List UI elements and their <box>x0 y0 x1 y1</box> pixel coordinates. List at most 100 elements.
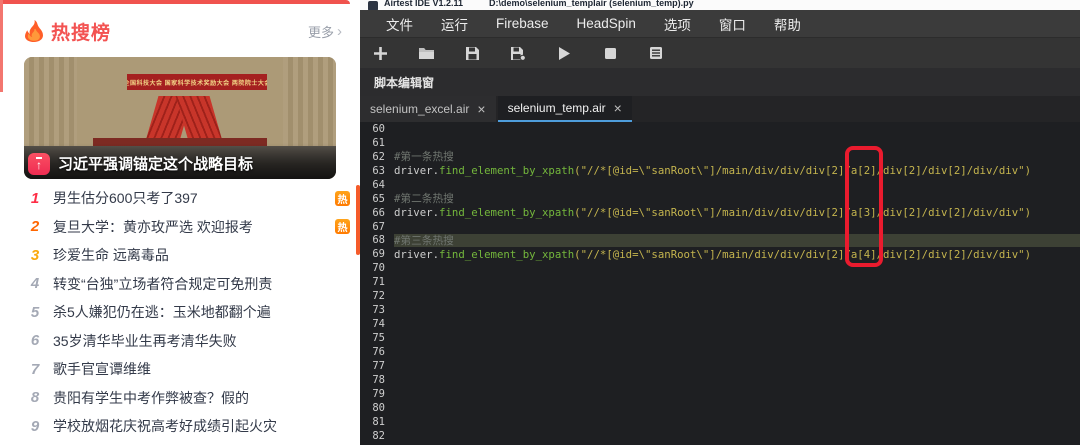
top-story-caption: 习近平强调锚定这个战略目标 <box>58 156 254 173</box>
menu-item[interactable]: Firebase <box>482 10 563 37</box>
hot-list-item[interactable]: 4 转变“台独”立场者符合规定可免刑责 <box>24 270 350 299</box>
hot-list-item[interactable]: 7 歌手官宣谭维维 <box>24 355 350 384</box>
top-story-image[interactable]: 全国科技大会 国家科学技术奖励大会 两院院士大会 习近平强调锚定这个战略目标 ↑ <box>24 57 336 179</box>
xpath-string: ("//*[@id=\"sanRoot\"]/main/div/div/div[… <box>574 164 851 178</box>
menu-item[interactable]: HeadSpin <box>563 10 650 37</box>
menu-item[interactable]: 帮助 <box>760 10 815 37</box>
editor-line: 81 <box>360 415 1080 429</box>
xpath-string: ("//*[@id=\"sanRoot\"]/main/div/div/div[… <box>574 247 851 261</box>
hot-list-item[interactable]: 3 珍爱生命 远离毒品 <box>24 241 350 270</box>
more-label: 更多 <box>307 24 334 40</box>
code-comment: #第二条热搜 <box>394 192 454 206</box>
line-number: 70 <box>372 262 385 275</box>
line-number: 66 <box>372 206 385 219</box>
close-icon[interactable]: × <box>477 102 485 116</box>
hot-list-item[interactable]: 5 杀5人嫌犯仍在逃：玉米地都翻个遍 <box>24 298 350 327</box>
save-button[interactable] <box>463 44 481 62</box>
hot-list-item[interactable]: 2 复旦大学：黄亦玫严选 欢迎报考 热 <box>24 213 350 242</box>
hot-list-item[interactable]: 1 男生估分600只考了397 热 <box>24 184 350 213</box>
editor-line: 62 #第一条热搜 <box>360 150 1080 164</box>
hot-list-item[interactable]: 8 贵阳有学生中考作弊被查？假的 <box>24 384 350 413</box>
line-number: 76 <box>372 345 385 358</box>
editor-line: 71 <box>360 275 1080 289</box>
hot-search-panel: 热搜榜 更多 › 全国科技大会 国家科学技术奖励大会 两院院士大会 习近平强调锚… <box>0 0 360 445</box>
hot-item-title: 男生估分600只考了397 <box>53 190 198 207</box>
editor-line: 82 <box>360 429 1080 443</box>
xpath-string: /div[2]/div[2]/div/div") <box>876 247 1032 261</box>
editor-line: 76 <box>360 345 1080 359</box>
hot-list-item[interactable]: 9 学校放烟花庆祝高考好成绩引起火灾 <box>24 412 350 441</box>
new-script-button[interactable] <box>371 44 389 62</box>
hot-item-title: 贵阳有学生中考作弊被查？假的 <box>53 389 249 406</box>
editor-line: 67 <box>360 220 1080 234</box>
airtest-ide-window: Airtest IDE V1.2.11 D:\demo\selenium_tem… <box>360 0 1080 445</box>
line-number: 72 <box>372 290 385 303</box>
toolbar <box>360 37 1080 68</box>
hot-item-title: 歌手官宣谭维维 <box>53 361 151 378</box>
xpath-string: /div[2]/div[2]/div/div") <box>876 164 1032 178</box>
log-window-button[interactable] <box>647 44 665 62</box>
line-number: 74 <box>372 318 385 331</box>
caption-bar: 习近平强调锚定这个战略目标 <box>24 143 336 179</box>
tab-label: selenium_temp.air <box>507 101 606 115</box>
code-editor[interactable]: 60 61 62 #第一条热搜 63 driver. find_element_by_xpa… <box>360 122 1080 445</box>
screenshot-root: 热搜榜 更多 › 全国科技大会 国家科学技术奖励大会 两院院士大会 习近平强调锚… <box>0 0 1080 445</box>
line-number: 65 <box>372 192 385 205</box>
menu-bar: 文件 运行 Firebase HeadSpin 选项 窗口 帮助 <box>360 10 1080 37</box>
red-flags-right <box>175 96 223 142</box>
line-number: 78 <box>372 373 385 386</box>
line-number: 67 <box>372 220 385 233</box>
editor-line: 72 <box>360 289 1080 303</box>
menu-item[interactable]: 文件 <box>372 10 427 37</box>
line-number: 64 <box>372 178 385 191</box>
line-number: 60 <box>372 122 385 135</box>
stop-button[interactable] <box>601 44 619 62</box>
line-number: 79 <box>372 387 385 400</box>
editor-tab[interactable]: selenium_excel.air × <box>360 96 496 122</box>
run-button[interactable] <box>555 44 573 62</box>
editor-line: 78 <box>360 373 1080 387</box>
save-icon <box>465 46 479 60</box>
line-number: 81 <box>372 415 385 428</box>
hot-item-title: 珍爱生命 远离毒品 <box>53 247 169 264</box>
rank-number: 6 <box>30 332 40 350</box>
folder-icon <box>418 48 434 59</box>
more-link[interactable]: 更多 › <box>308 22 342 41</box>
code-method: find_element_by_xpath <box>439 247 575 261</box>
rank-number: 4 <box>30 275 40 293</box>
hall-wall-right <box>282 57 336 153</box>
editor-tab[interactable]: selenium_temp.air × <box>497 96 632 122</box>
hot-list-item[interactable]: 6 35岁清华毕业生再考清华失败 <box>24 327 350 356</box>
code-object: driver. <box>394 247 440 261</box>
menu-item[interactable]: 运行 <box>427 10 482 37</box>
hall-wall-left <box>24 57 78 153</box>
editor-line: 64 <box>360 178 1080 192</box>
line-number: 62 <box>372 150 385 163</box>
save-as-button[interactable] <box>509 44 527 62</box>
editor-tab-bar: selenium_excel.air × selenium_temp.air × <box>360 96 1080 122</box>
xpath-target-value: a[2] <box>850 164 877 178</box>
code-object: driver. <box>394 164 440 178</box>
editor-line: 73 <box>360 303 1080 317</box>
line-number: 82 <box>372 429 385 442</box>
rank-number: 2 <box>30 218 40 236</box>
xpath-target-value: a[3] <box>850 206 877 220</box>
editor-line: 74 <box>360 317 1080 331</box>
menu-item[interactable]: 窗口 <box>705 10 760 37</box>
editor-line: 75 <box>360 331 1080 345</box>
close-icon[interactable]: × <box>614 101 622 115</box>
menu-item[interactable]: 选项 <box>650 10 705 37</box>
hot-badge: 热 <box>335 219 350 235</box>
xpath-string: ("//*[@id=\"sanRoot\"]/main/div/div/div[… <box>574 206 851 220</box>
line-number: 68 <box>372 234 385 247</box>
xpath-string: /div[2]/div[2]/div/div") <box>876 206 1032 220</box>
hot-item-title: 转变“台独”立场者符合规定可免刑责 <box>53 275 273 292</box>
script-editor-label-bar: 脚本编辑窗 <box>360 68 1080 96</box>
line-number: 69 <box>372 248 385 261</box>
open-folder-button[interactable] <box>417 44 435 62</box>
app-title: Airtest IDE V1.2.11 <box>384 0 464 8</box>
editor-line: 77 <box>360 359 1080 373</box>
line-number: 80 <box>372 401 385 414</box>
hot-item-title: 杀5人嫌犯仍在逃：玉米地都翻个遍 <box>53 304 271 321</box>
pin-to-top-icon: ↑ <box>28 153 50 175</box>
